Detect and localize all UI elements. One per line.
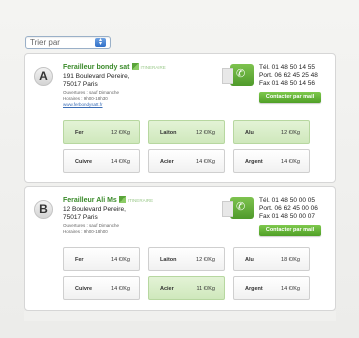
metal-price: 12 €/Kg <box>281 130 300 136</box>
metal-name: Alu <box>245 130 254 136</box>
metal-name: Argent <box>245 286 263 292</box>
metal-name: Acier <box>160 286 174 292</box>
metal-price: 14 €/Kg <box>281 159 300 165</box>
metal-name: Cuivre <box>75 159 93 165</box>
itinerary-link[interactable]: ITINERAIRE <box>128 198 153 203</box>
price-cell-cuivre: Cuivre 14 €/Kg <box>63 276 140 300</box>
shop-address-line1: 191 Boulevard Pereire, <box>63 73 130 80</box>
shop-card-b: B Ferailleur Ali Ms ITINERAIRE 12 Bouleva… <box>24 186 336 311</box>
shop-fax: Fax 01 48 50 14 56 <box>259 80 316 87</box>
metal-name: Acier <box>160 159 174 165</box>
price-cell-cuivre: Cuivre 14 €/Kg <box>63 149 140 173</box>
price-cell-laiton: Laiton 12 €/Kg <box>148 120 225 144</box>
metal-name: Argent <box>245 159 263 165</box>
shop-letter-badge: B <box>34 200 53 219</box>
metal-price: 11 €/Kg <box>196 286 215 292</box>
contact-by-mail-button[interactable]: Contacter par mail <box>259 92 321 103</box>
metal-name: Cuivre <box>75 286 93 292</box>
shop-opening-days: Ouvertures : sauf Dimanche <box>63 90 120 95</box>
shop-website-link[interactable]: www.ferbondysatt.fr <box>63 102 103 107</box>
shop-address-line2: 75017 Paris <box>63 214 98 221</box>
metal-name: Laiton <box>160 257 177 263</box>
sort-arrows-icon: ▴ ▾ <box>95 37 106 47</box>
price-cell-laiton: Laiton 12 €/Kg <box>148 247 225 271</box>
shop-tel: Tél. 01 48 50 00 05 <box>259 197 316 204</box>
sort-select[interactable]: Trier par ▴ ▾ <box>25 36 111 49</box>
sort-select-label: Trier par <box>30 38 60 47</box>
metal-price: 12 €/Kg <box>196 257 215 263</box>
price-cell-acier: Acier 11 €/Kg <box>148 276 225 300</box>
contact-by-mail-button[interactable]: Contacter par mail <box>259 225 321 236</box>
price-cell-argent: Argent 14 €/Kg <box>233 276 310 300</box>
shop-name-link[interactable]: Ferailleur Ali Ms ITINERAIRE <box>63 195 153 204</box>
shop-mobile: Port. 06 62 45 25 48 <box>259 72 318 79</box>
price-cell-alu: Alu 12 €/Kg <box>233 120 310 144</box>
metal-price: 14 €/Kg <box>111 159 130 165</box>
phone-contact-icon: ✆ <box>222 197 254 219</box>
price-cell-acier: Acier 14 €/Kg <box>148 149 225 173</box>
metal-price: 14 €/Kg <box>111 286 130 292</box>
shop-mobile: Port. 06 62 45 00 06 <box>259 205 318 212</box>
metal-price: 14 €/Kg <box>111 257 130 263</box>
shop-name: Ferailleur bondy sat <box>63 64 130 71</box>
itinerary-icon[interactable] <box>118 196 126 203</box>
shop-name-link[interactable]: Ferailleur bondy sat ITINERAIRE <box>63 62 166 71</box>
price-cell-argent: Argent 14 €/Kg <box>233 149 310 173</box>
metal-name: Alu <box>245 257 254 263</box>
shop-letter-badge: A <box>34 67 53 86</box>
metal-name: Fer <box>75 257 84 263</box>
metal-name: Fer <box>75 130 84 136</box>
shop-name: Ferailleur Ali Ms <box>63 197 117 204</box>
metal-name: Laiton <box>160 130 177 136</box>
shop-hours: Horaires : 9h00-18h30 <box>63 96 108 101</box>
shop-hours: Horaires : 9h00-18h00 <box>63 229 108 234</box>
results-panel: Trier par ▴ ▾ A Ferailleur bondy sat ITINE… <box>0 0 359 338</box>
itinerary-link[interactable]: ITINERAIRE <box>141 65 166 70</box>
shop-address-line1: 12 Boulevard Pereire, <box>63 206 126 213</box>
metal-price: 14 €/Kg <box>196 159 215 165</box>
metal-price: 12 €/Kg <box>111 130 130 136</box>
metal-price: 12 €/Kg <box>196 130 215 136</box>
price-cell-fer: Fer 14 €/Kg <box>63 247 140 271</box>
phone-contact-icon: ✆ <box>222 64 254 86</box>
card-footer-strip <box>24 311 336 321</box>
shop-opening-days: Ouvertures : sauf Dimanche <box>63 223 120 228</box>
shop-fax: Fax 01 48 50 00 07 <box>259 213 316 220</box>
price-cell-fer: Fer 12 €/Kg <box>63 120 140 144</box>
metal-price: 18 €/Kg <box>281 257 300 263</box>
price-cell-alu: Alu 18 €/Kg <box>233 247 310 271</box>
metal-price: 14 €/Kg <box>281 286 300 292</box>
shop-card-a: A Ferailleur bondy sat ITINERAIRE 191 Bou… <box>24 53 336 183</box>
shop-address-line2: 75017 Paris <box>63 81 98 88</box>
shop-tel: Tél. 01 48 50 14 55 <box>259 64 316 71</box>
itinerary-icon[interactable] <box>131 63 139 70</box>
